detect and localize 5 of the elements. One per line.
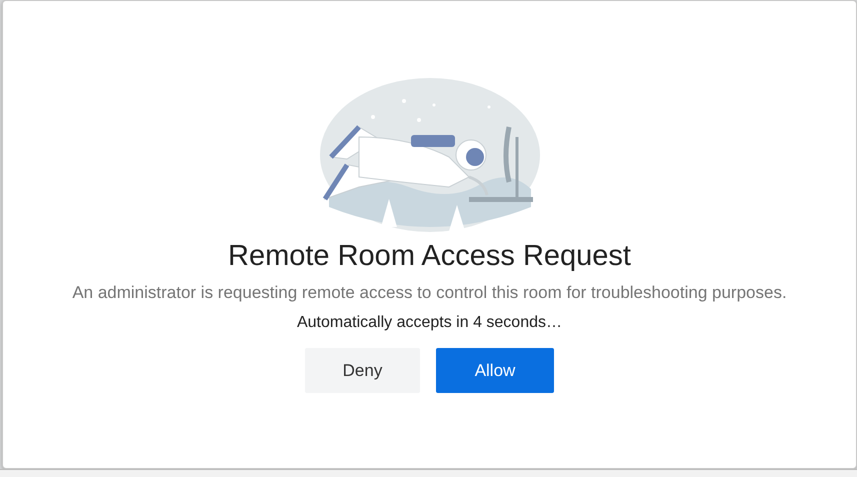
dialog-title: Remote Room Access Request	[228, 239, 631, 273]
allow-button[interactable]: Allow	[436, 348, 554, 393]
dialog-message: An administrator is requesting remote access to control this room for troubleshooting purposes.	[72, 282, 787, 304]
countdown-text: Automatically accepts in 4 seconds…	[296, 313, 562, 333]
deny-button[interactable]: Deny	[305, 348, 420, 393]
